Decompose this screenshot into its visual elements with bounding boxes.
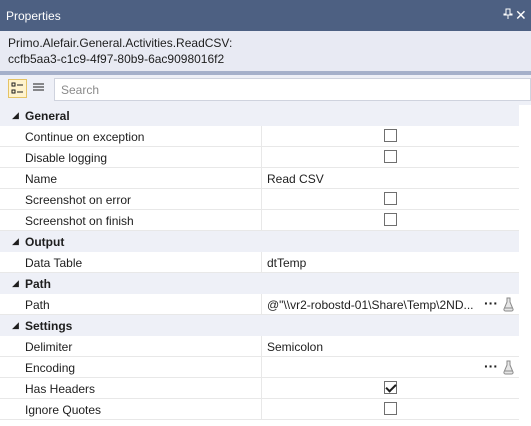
- toolbar: [0, 75, 531, 105]
- property-name: Name: [25, 172, 58, 186]
- data-table-value-field[interactable]: dtTemp: [267, 256, 306, 270]
- collapse-arrow-icon[interactable]: ◢: [12, 278, 19, 289]
- disable-logging-checkbox[interactable]: [384, 150, 397, 163]
- category-output[interactable]: ◢ Output: [0, 231, 531, 252]
- close-icon[interactable]: ✕: [515, 7, 527, 24]
- category-path[interactable]: ◢ Path: [0, 273, 531, 294]
- category-label: Path: [25, 277, 52, 291]
- column-divider: [261, 210, 262, 231]
- property-row[interactable]: Data Table dtTemp: [0, 252, 531, 273]
- property-row[interactable]: Encoding ···: [0, 357, 531, 378]
- property-name: Path: [25, 298, 50, 312]
- property-name: Has Headers: [25, 382, 96, 396]
- ignore-quotes-checkbox[interactable]: [384, 402, 397, 415]
- title-bar: Properties ✕: [0, 0, 531, 31]
- alphabetical-view-icon: [33, 83, 44, 91]
- column-divider: [261, 294, 262, 315]
- category-label: Settings: [25, 319, 73, 333]
- panel-title: Properties: [6, 9, 61, 23]
- property-row[interactable]: Delimiter Semicolon: [0, 336, 531, 357]
- path-browse-button[interactable]: ···: [484, 295, 498, 311]
- flask-icon[interactable]: [502, 360, 515, 375]
- path-value-field[interactable]: @"\\vr2-robostd-01\Share\Temp\2ND...: [267, 298, 477, 312]
- property-name: Disable logging: [25, 151, 108, 165]
- category-label: General: [25, 109, 70, 123]
- property-row[interactable]: Path @"\\vr2-robostd-01\Share\Temp\2ND..…: [0, 294, 531, 315]
- column-divider: [261, 168, 262, 189]
- categorized-view-button[interactable]: [8, 79, 27, 98]
- property-name: Ignore Quotes: [25, 403, 102, 417]
- collapse-arrow-icon[interactable]: ◢: [12, 236, 19, 247]
- screenshot-on-finish-checkbox[interactable]: [384, 213, 397, 226]
- property-name: Encoding: [25, 361, 76, 375]
- categorized-view-icon: [11, 82, 23, 94]
- property-grid: ◢ General Continue on exception Disable …: [0, 105, 531, 426]
- property-row[interactable]: Continue on exception: [0, 126, 531, 147]
- property-name: Delimiter: [25, 340, 73, 354]
- continue-on-exception-checkbox[interactable]: [384, 129, 397, 142]
- column-divider: [261, 189, 262, 210]
- property-row[interactable]: Screenshot on error: [0, 189, 531, 210]
- delimiter-value-field[interactable]: Semicolon: [267, 340, 323, 354]
- category-label: Output: [25, 235, 65, 249]
- property-name: Data Table: [25, 256, 83, 270]
- collapse-arrow-icon[interactable]: ◢: [12, 110, 19, 121]
- property-name: Screenshot on error: [25, 193, 132, 207]
- activity-description: Primo.Alefair.General.Activities.ReadCSV…: [0, 31, 531, 71]
- column-divider: [261, 126, 262, 147]
- scrollbar[interactable]: [519, 105, 531, 426]
- property-row[interactable]: Ignore Quotes: [0, 399, 531, 420]
- property-row[interactable]: Disable logging: [0, 147, 531, 168]
- property-row[interactable]: Name Read CSV: [0, 168, 531, 189]
- pin-icon[interactable]: [503, 8, 513, 23]
- property-row[interactable]: Has Headers: [0, 378, 531, 399]
- column-divider: [261, 399, 262, 420]
- search-input[interactable]: [54, 78, 531, 101]
- has-headers-checkbox[interactable]: [384, 381, 397, 394]
- screenshot-on-error-checkbox[interactable]: [384, 192, 397, 205]
- category-settings[interactable]: ◢ Settings: [0, 315, 531, 336]
- encoding-browse-button[interactable]: ···: [484, 358, 498, 374]
- column-divider: [261, 378, 262, 399]
- property-row[interactable]: Screenshot on finish: [0, 210, 531, 231]
- column-divider: [261, 147, 262, 168]
- column-divider: [261, 336, 262, 357]
- property-name: Screenshot on finish: [25, 214, 134, 228]
- name-value-field[interactable]: Read CSV: [267, 172, 324, 186]
- flask-icon[interactable]: [502, 297, 515, 312]
- column-divider: [261, 252, 262, 273]
- activity-type: Primo.Alefair.General.Activities.ReadCSV…: [8, 36, 233, 50]
- collapse-arrow-icon[interactable]: ◢: [12, 320, 19, 331]
- alphabetical-view-button[interactable]: [30, 79, 49, 98]
- column-divider: [261, 357, 262, 378]
- category-general[interactable]: ◢ General: [0, 105, 531, 126]
- property-name: Continue on exception: [25, 130, 145, 144]
- activity-id: ccfb5aa3-c1c9-4f97-80b9-6ac9098016f2: [8, 52, 225, 66]
